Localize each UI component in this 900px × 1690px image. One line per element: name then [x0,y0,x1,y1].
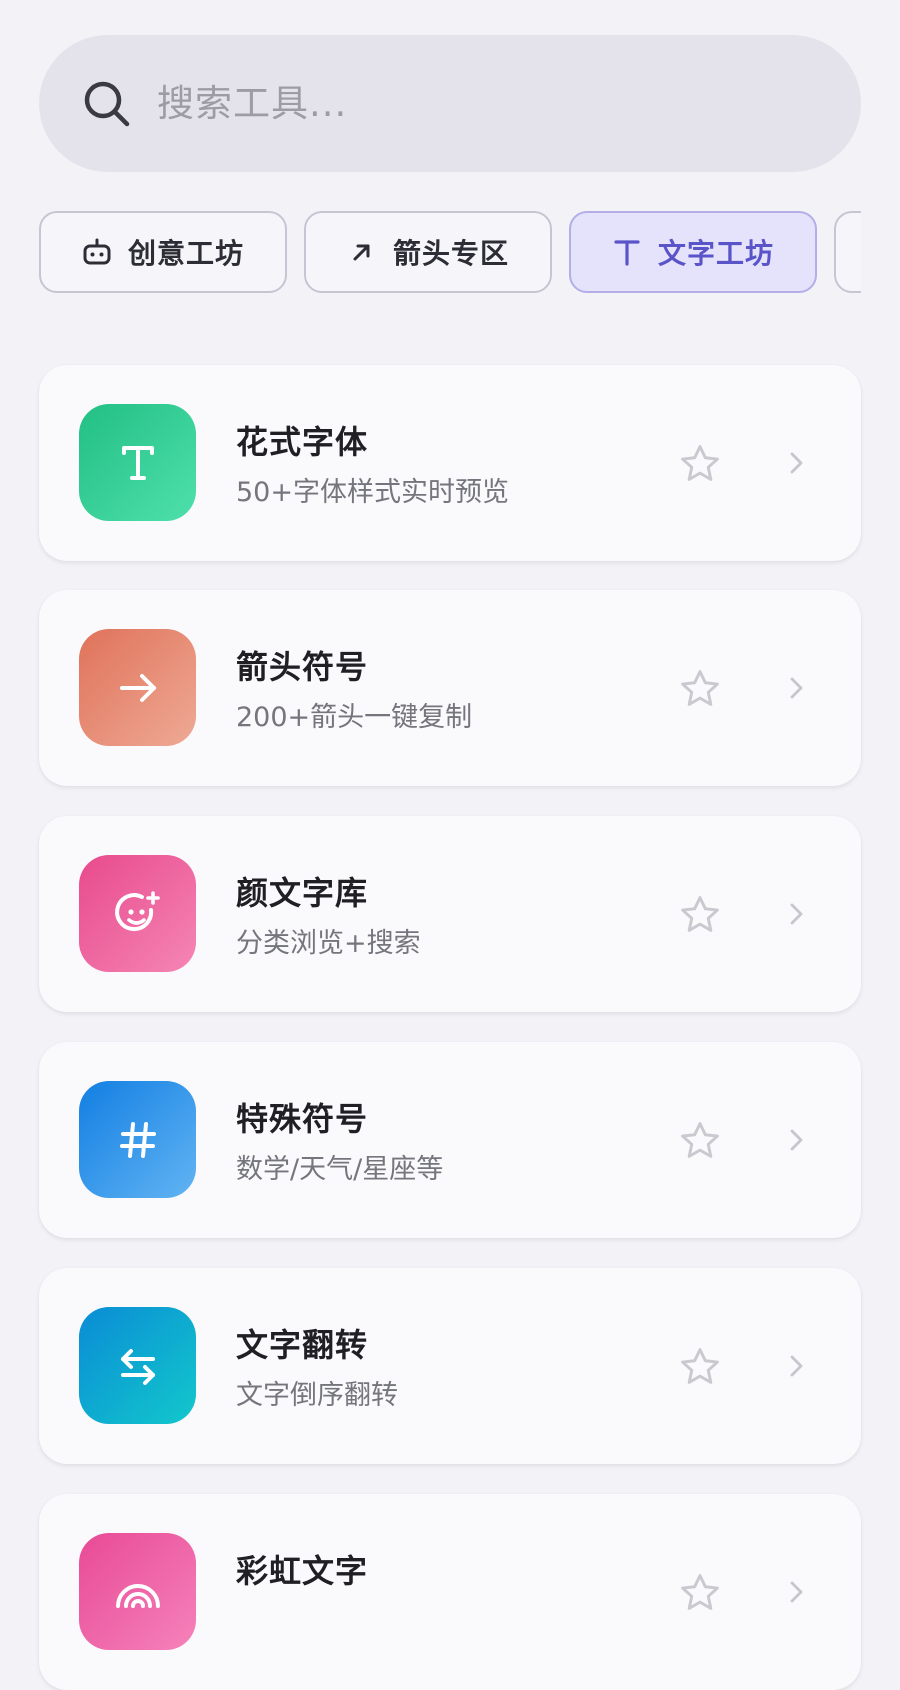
tool-card-text-flip[interactable]: 文字翻转 文字倒序翻转 [39,1268,861,1464]
tool-description: 50+字体样式实时预览 [236,477,509,508]
tool-description: 数学/天气/星座等 [236,1154,444,1185]
chevron-right-icon[interactable] [781,1125,811,1155]
tool-title: 花式字体 [236,423,369,461]
tool-card-special-symbols[interactable]: 特殊符号 数学/天气/星座等 [39,1042,861,1238]
favorite-star-icon[interactable] [677,892,723,938]
text-t-icon [79,404,196,521]
arrow-right-icon [79,629,196,746]
tool-title: 特殊符号 [236,1100,369,1138]
search-bar[interactable] [39,35,861,172]
tool-title: 颜文字库 [236,874,369,912]
chip-label: 创意工坊 [127,237,244,270]
swap-arrows-icon [79,1307,196,1424]
chip-arrow-zone[interactable]: 箭头专区 [304,211,552,293]
chip-text-workshop[interactable]: 文字工坊 [569,211,817,293]
chip-creative-workshop[interactable]: 创意工坊 [39,211,287,293]
tool-card-kaomoji[interactable]: 颜文字库 分类浏览+搜索 [39,816,861,1012]
text-t-icon [612,237,642,267]
favorite-star-icon[interactable] [677,666,723,712]
chip-next-partial[interactable] [834,211,861,293]
favorite-star-icon[interactable] [677,1118,723,1164]
hash-icon [79,1081,196,1198]
robot-icon [82,237,112,267]
chevron-right-icon[interactable] [781,1351,811,1381]
arrow-up-right-icon [347,237,377,267]
tool-description: 分类浏览+搜索 [236,928,421,959]
chevron-right-icon[interactable] [781,673,811,703]
tool-title: 箭头符号 [236,648,369,686]
chevron-right-icon[interactable] [781,899,811,929]
tool-description: 200+箭头一键复制 [236,702,473,733]
tool-title: 文字翻转 [236,1326,369,1364]
favorite-star-icon[interactable] [677,1570,723,1616]
chevron-right-icon[interactable] [781,1577,811,1607]
tool-card-rainbow-text[interactable]: 彩虹文字 [39,1494,861,1690]
favorite-star-icon[interactable] [677,1344,723,1390]
rainbow-icon [79,1533,196,1650]
tool-title: 彩虹文字 [236,1552,369,1590]
favorite-star-icon[interactable] [677,441,723,487]
tool-card-arrow-symbols[interactable]: 箭头符号 200+箭头一键复制 [39,590,861,786]
tool-description: 文字倒序翻转 [236,1380,398,1411]
category-chips: 创意工坊 箭头专区 文字工坊 [39,211,861,295]
chip-label: 箭头专区 [392,237,509,270]
smiley-plus-icon [79,855,196,972]
search-input[interactable] [155,81,759,126]
search-icon [81,78,133,130]
tool-card-fancy-font[interactable]: 花式字体 50+字体样式实时预览 [39,365,861,561]
chevron-right-icon[interactable] [781,448,811,478]
chip-label: 文字工坊 [657,237,774,270]
